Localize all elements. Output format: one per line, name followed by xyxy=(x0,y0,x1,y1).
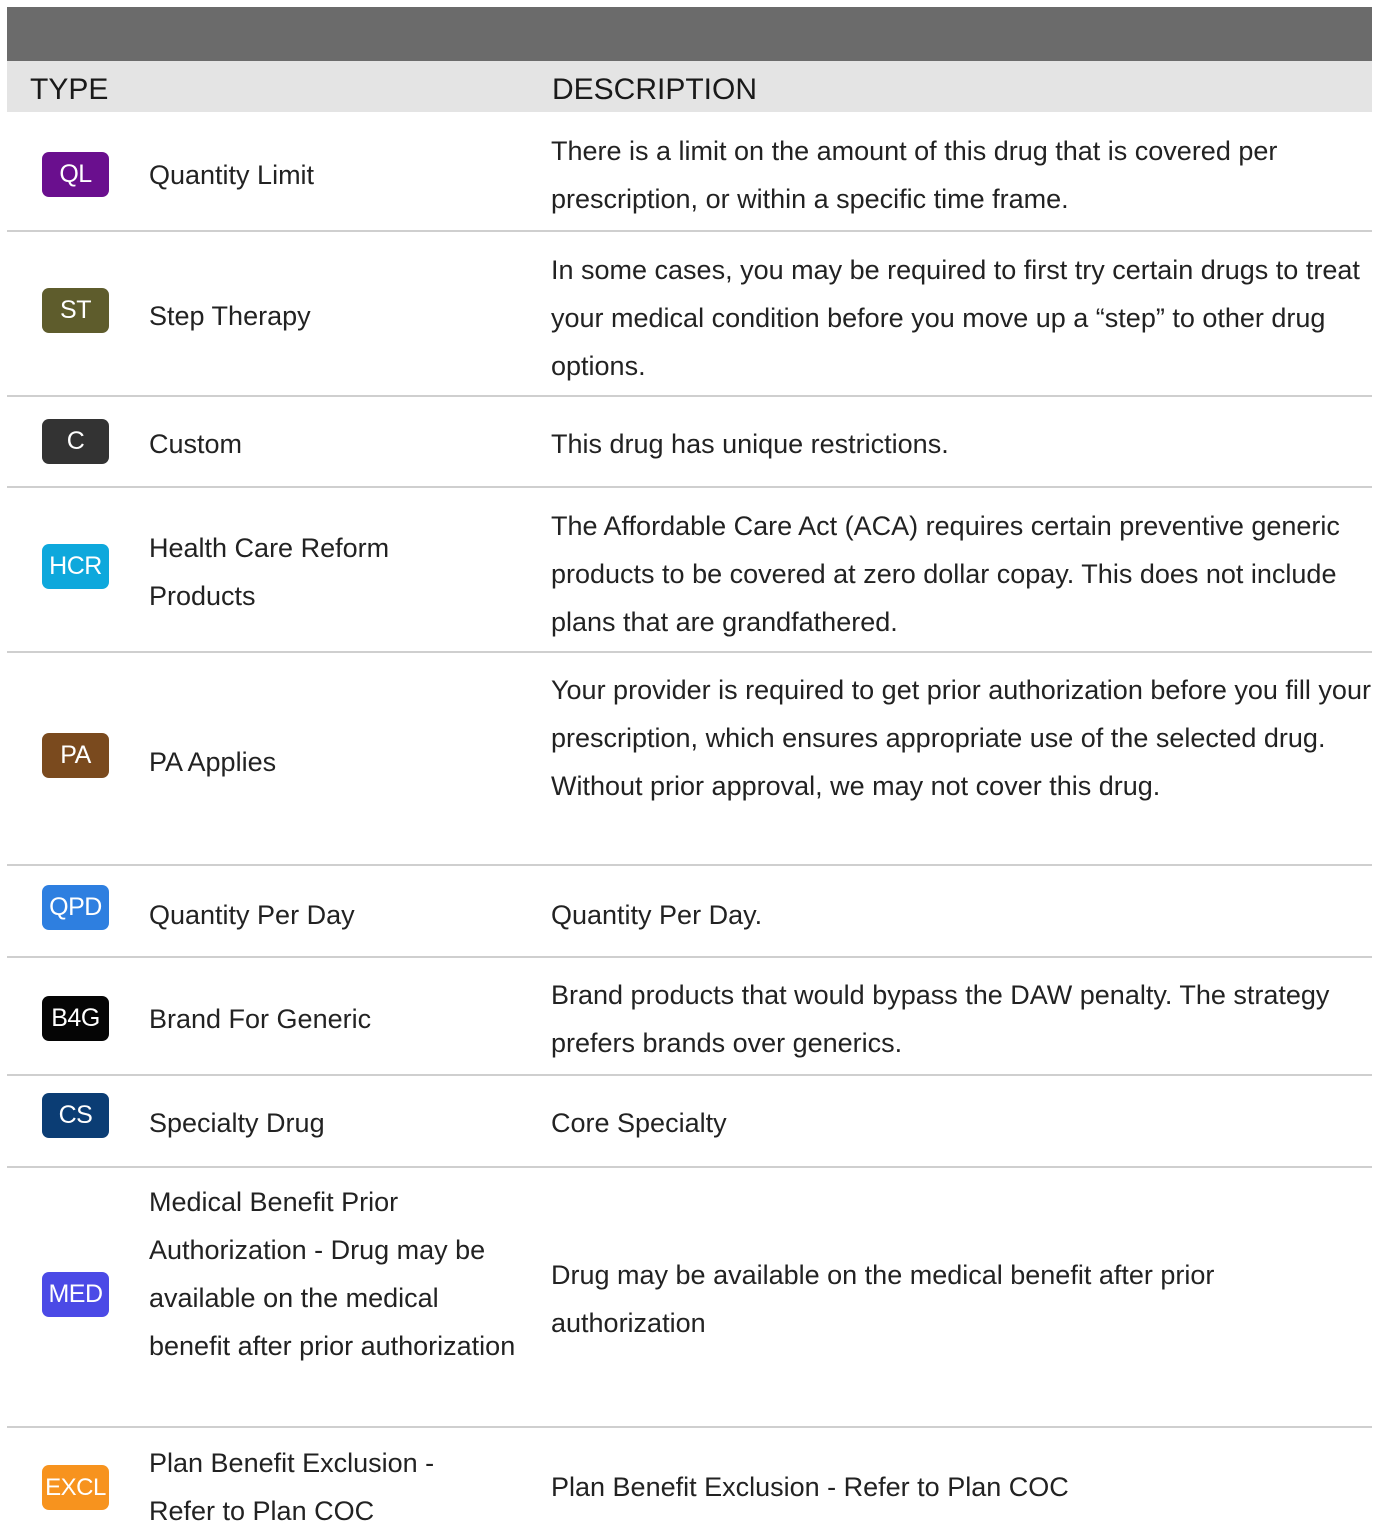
table-row-cs: CS Specialty Drug Core Specialty xyxy=(7,1076,1372,1168)
table-row-st: ST Step Therapy In some cases, you may b… xyxy=(7,232,1372,397)
badge-c: C xyxy=(42,419,109,464)
table-row-b4g: B4G Brand For Generic Brand products tha… xyxy=(7,958,1372,1076)
table-row-med: MED Medical Benefit Prior Authorization … xyxy=(7,1168,1372,1428)
type-description: The Affordable Care Act (ACA) requires c… xyxy=(551,511,1340,637)
table-title-bar xyxy=(7,7,1372,61)
type-name: Specialty Drug xyxy=(149,1108,325,1138)
type-name: PA Applies xyxy=(149,747,277,777)
table-row-qpd: QPD Quantity Per Day Quantity Per Day. xyxy=(7,866,1372,958)
type-name: Medical Benefit Prior Authorization - Dr… xyxy=(149,1187,516,1361)
type-name: Custom xyxy=(149,429,243,459)
type-name: Plan Benefit Exclusion - Refer to Plan C… xyxy=(149,1448,435,1526)
column-header-type: TYPE xyxy=(30,73,109,106)
badge-cs: CS xyxy=(42,1093,109,1138)
type-description: In some cases, you may be required to fi… xyxy=(551,255,1360,381)
type-description: Your provider is required to get prior a… xyxy=(551,675,1371,801)
table-row-pa: PA PA Applies Your provider is required … xyxy=(7,653,1372,866)
badge-hcr: HCR xyxy=(42,544,109,589)
table-row-ql: QL Quantity Limit There is a limit on th… xyxy=(7,112,1372,232)
badge-st: ST xyxy=(42,288,109,333)
type-name: Step Therapy xyxy=(149,301,311,331)
badge-pa: PA xyxy=(42,733,109,778)
type-name: Health Care Reform Products xyxy=(149,533,390,611)
type-description: Plan Benefit Exclusion - Refer to Plan C… xyxy=(551,1472,1069,1502)
table-row-excl: EXCL Plan Benefit Exclusion - Refer to P… xyxy=(7,1428,1372,1536)
type-description: Brand products that would bypass the DAW… xyxy=(551,980,1330,1058)
type-description: Core Specialty xyxy=(551,1108,727,1138)
type-name: Brand For Generic xyxy=(149,1004,372,1034)
badge-excl: EXCL xyxy=(42,1465,109,1510)
table-header: TYPE DESCRIPTION xyxy=(7,61,1372,112)
badge-b4g: B4G xyxy=(42,996,109,1041)
column-header-description: DESCRIPTION xyxy=(552,73,758,106)
type-description: Drug may be available on the medical ben… xyxy=(551,1260,1215,1338)
badge-med: MED xyxy=(42,1272,109,1317)
type-description: There is a limit on the amount of this d… xyxy=(551,136,1278,214)
type-name: Quantity Per Day xyxy=(149,900,355,930)
table-row-c: C Custom This drug has unique restrictio… xyxy=(7,397,1372,488)
table-row-hcr: HCR Health Care Reform Products The Affo… xyxy=(7,488,1372,653)
badge-qpd: QPD xyxy=(42,885,109,930)
type-description: This drug has unique restrictions. xyxy=(551,429,949,459)
badge-ql: QL xyxy=(42,152,109,197)
type-description: Quantity Per Day. xyxy=(551,900,763,930)
type-name: Quantity Limit xyxy=(149,160,315,190)
